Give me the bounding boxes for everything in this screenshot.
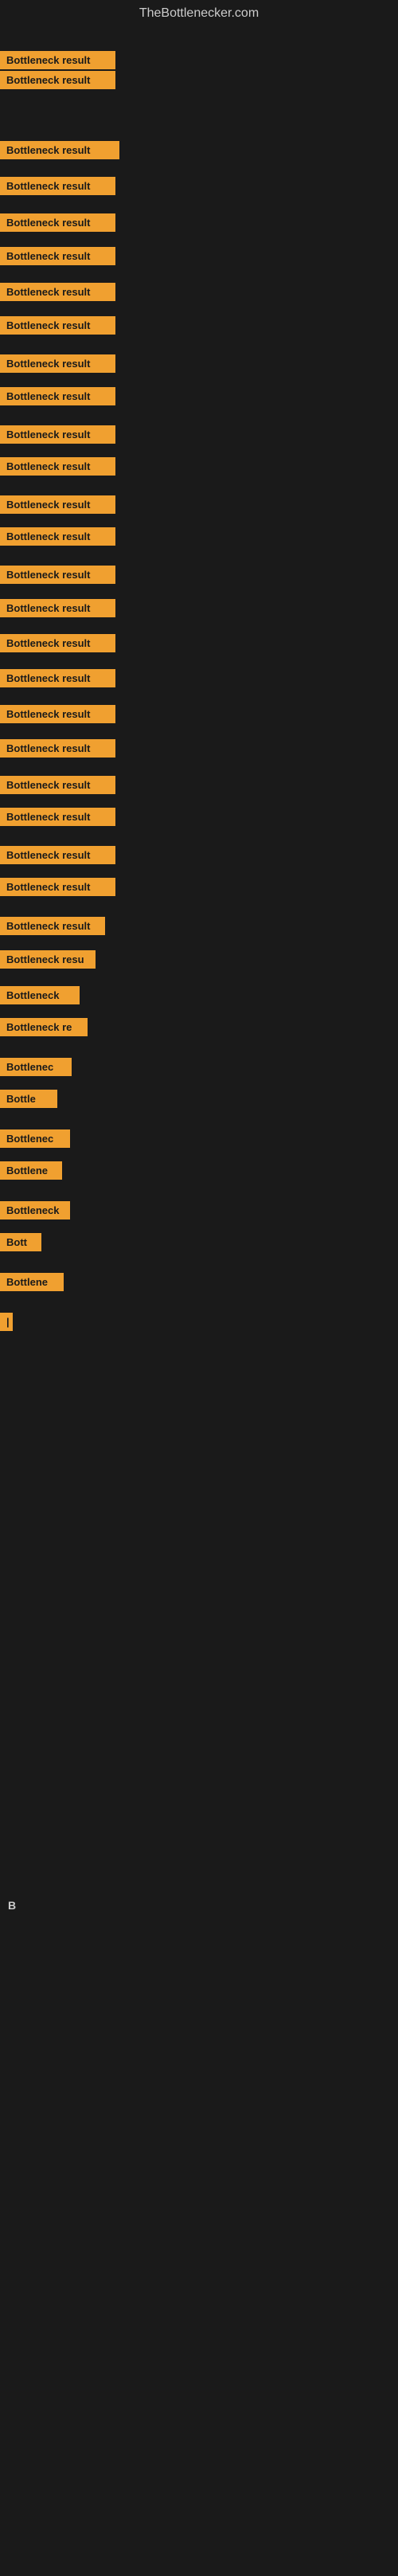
bottleneck-result-item: Bottleneck result [0,51,115,69]
bottleneck-result-item: Bottlenec [0,1129,70,1148]
bottleneck-result-item: Bottleneck result [0,846,115,864]
bottleneck-result-item: Bottleneck [0,986,80,1004]
bottleneck-result-item: Bottleneck result [0,495,115,514]
bottleneck-result-item: Bottleneck result [0,878,115,896]
bottleneck-result-item: Bottleneck result [0,457,115,476]
bottleneck-result-item: Bottleneck result [0,71,115,89]
bottleneck-result-item: Bottleneck result [0,917,105,935]
bottleneck-result-item: Bottleneck resu [0,950,96,969]
bottleneck-result-item: Bottleneck result [0,177,115,195]
bottleneck-result-item: Bottleneck result [0,283,115,301]
bottleneck-result-item: Bottleneck result [0,739,115,758]
bottleneck-result-item: Bottleneck result [0,527,115,546]
bottleneck-result-item: Bottleneck [0,1201,70,1219]
bottleneck-result-item: Bottleneck result [0,354,115,373]
bottleneck-result-item: Bottleneck result [0,316,115,335]
bottleneck-result-item: Bottleneck result [0,213,115,232]
bottleneck-result-item: Bottleneck re [0,1018,88,1036]
bottleneck-result-item: Bottleneck result [0,705,115,723]
bottleneck-result-item: Bottleneck result [0,141,119,159]
bottleneck-result-item: Bottleneck result [0,425,115,444]
bottleneck-result-item: | [0,1313,13,1331]
bottleneck-result-item: Bottle [0,1090,57,1108]
bottleneck-result-item: Bottleneck result [0,566,115,584]
bottleneck-result-item: Bottleneck result [0,387,115,405]
site-title: TheBottlenecker.com [0,0,398,27]
bottleneck-result-item: Bottlene [0,1273,64,1291]
bottleneck-result-item: Bott [0,1233,41,1251]
bottleneck-result-item: Bottleneck result [0,669,115,687]
bottleneck-result-item: Bottlene [0,1161,62,1180]
bottleneck-result-item: Bottleneck result [0,776,115,794]
bottleneck-result-item: Bottleneck result [0,247,115,265]
bottleneck-result-item: Bottlenec [0,1058,72,1076]
single-char-label: B [8,1899,16,1912]
bottleneck-result-item: Bottleneck result [0,634,115,652]
bottleneck-result-item: Bottleneck result [0,599,115,617]
bottleneck-result-item: Bottleneck result [0,808,115,826]
